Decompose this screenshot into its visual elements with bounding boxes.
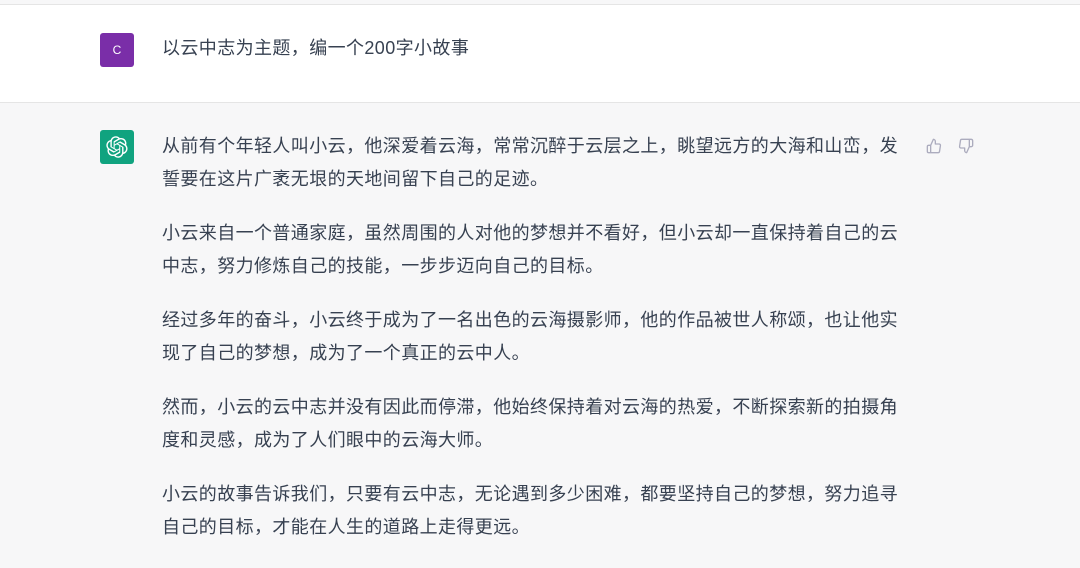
assistant-message-body: 从前有个年轻人叫小云，他深爱着云海，常常沉醉于云层之上，眺望远方的大海和山峦，发… [162,130,912,565]
message-paragraph: 小云来自一个普通家庭，虽然周围的人对他的梦想并不看好，但小云却一直保持着自己的云… [162,217,912,283]
paragraph-line: 小云的故事告诉我们，只要有云中志，无论遇到多少困难，都要坚持自己的梦想，努力追寻 [162,484,898,504]
user-avatar-letter: C [112,43,122,57]
paragraph-line: 经过多年的奋斗，小云终于成为了一名出色的云海摄影师，他的作品被世人称颂，也让他实 [162,310,898,330]
user-avatar: C [100,33,134,67]
like-button[interactable] [925,137,943,155]
user-message-text: 以云中志为主题，编一个200字小故事 [162,38,470,58]
user-message-row: C 以云中志为主题，编一个200字小故事 [0,5,1080,103]
paragraph-line: 从前有个年轻人叫小云，他深爱着云海，常常沉醉于云层之上，眺望远方的大海和山峦，发 [162,136,898,156]
paragraph-line: 然而，小云的云中志并没有因此而停滞，他始终保持着对云海的热爱，不断探索新的拍摄角 [162,397,898,417]
paragraph-line: 中志，努力修炼自己的技能，一步步迈向自己的目标。 [162,256,604,276]
message-paragraph: 从前有个年轻人叫小云，他深爱着云海，常常沉醉于云层之上，眺望远方的大海和山峦，发… [162,130,912,196]
message-paragraph: 经过多年的奋斗，小云终于成为了一名出色的云海摄影师，他的作品被世人称颂，也让他实… [162,304,912,370]
chat-page: C 以云中志为主题，编一个200字小故事 从前有个年轻人叫小云，他深爱着云海，常… [0,0,1080,568]
message-paragraph: 然而，小云的云中志并没有因此而停滞，他始终保持着对云海的热爱，不断探索新的拍摄角… [162,391,912,457]
paragraph-line: 现了自己的梦想，成为了一个真正的云中人。 [162,343,530,363]
assistant-avatar [100,130,134,164]
openai-logo-icon [106,136,128,158]
paragraph-line: 度和灵感，成为了人们眼中的云海大师。 [162,430,494,450]
thumbs-down-icon [958,138,974,154]
paragraph-line: 小云来自一个普通家庭，虽然周围的人对他的梦想并不看好，但小云却一直保持着自己的云 [162,223,898,243]
thumbs-up-icon [926,138,942,154]
dislike-button[interactable] [957,137,975,155]
message-paragraph: 小云的故事告诉我们，只要有云中志，无论遇到多少困难，都要坚持自己的梦想，努力追寻… [162,478,912,544]
paragraph-line: 自己的目标，才能在人生的道路上走得更远。 [162,517,530,537]
paragraph-line: 誓要在这片广袤无垠的天地间留下自己的足迹。 [162,169,549,189]
assistant-message-row: 从前有个年轻人叫小云，他深爱着云海，常常沉醉于云层之上，眺望远方的大海和山峦，发… [0,103,1080,568]
